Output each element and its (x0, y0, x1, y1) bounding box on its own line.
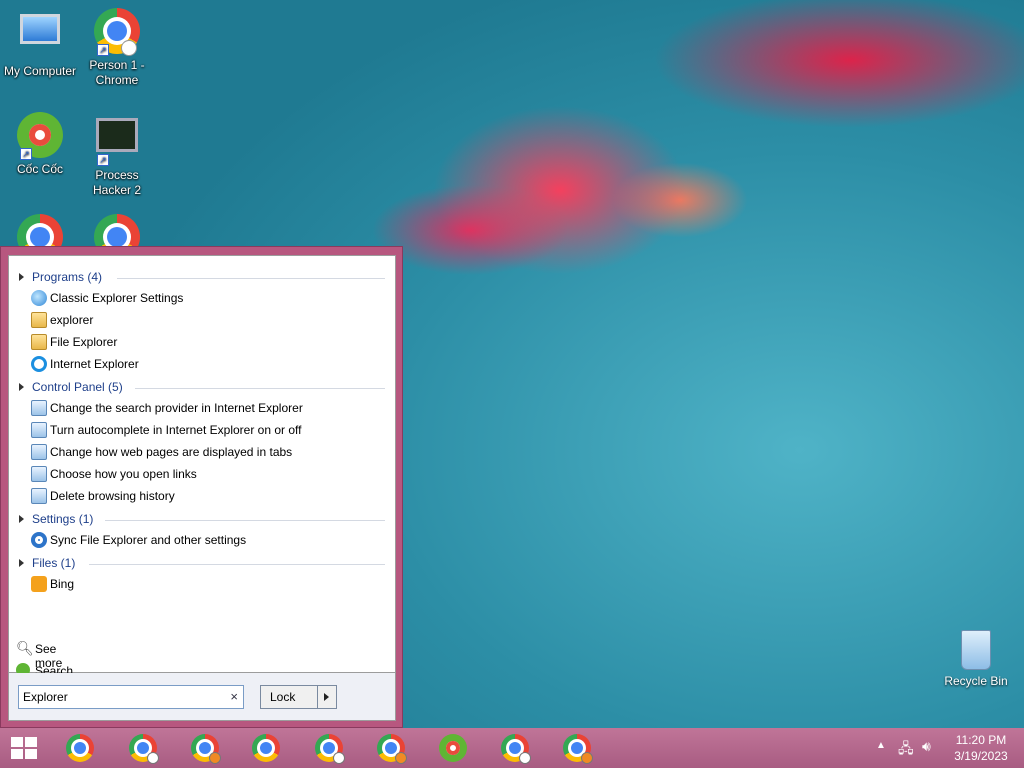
group-header-control-panel[interactable]: Control Panel (5) (17, 379, 385, 397)
computer-icon (16, 14, 64, 62)
expand-triangle-icon (19, 515, 24, 523)
coc-coc-icon (439, 734, 467, 762)
taskbar-chrome-profile[interactable] (189, 732, 221, 764)
control-panel-icon (31, 444, 47, 460)
shell-icon (31, 290, 47, 306)
result-item-open-links[interactable]: Choose how you open links (29, 464, 379, 484)
desktop-icon-label: Process Hacker 2 (92, 168, 142, 197)
expand-triangle-icon (19, 559, 24, 567)
taskbar-chrome-profile[interactable] (499, 732, 531, 764)
taskbar-chrome-profile[interactable] (313, 732, 345, 764)
folder-icon (31, 334, 47, 350)
desktop-icon-label: My Computer (3, 64, 77, 78)
clock[interactable]: 11:20 PM 3/19/2023 (944, 732, 1018, 764)
result-item-explorer[interactable]: explorer (29, 310, 379, 330)
expand-triangle-icon (19, 273, 24, 281)
show-hidden-icons-icon[interactable]: ▲ (876, 740, 886, 751)
taskbar-chrome[interactable] (250, 732, 282, 764)
bing-icon (31, 576, 47, 592)
result-item-classic-explorer-settings[interactable]: Classic Explorer Settings (29, 288, 379, 308)
search-results-panel: Programs (4) Classic Explorer Settings e… (8, 255, 396, 706)
start-menu-bottom-bar: × Lock (8, 673, 396, 721)
power-options-arrow-button[interactable] (318, 685, 337, 709)
control-panel-icon (31, 422, 47, 438)
desktop-icon-process-hacker[interactable]: ↗ Process Hacker 2 (77, 112, 157, 198)
taskbar: ▲ 🖧︎ 🔊︎ 11:20 PM 3/19/2023 (0, 728, 1024, 768)
search-input[interactable] (23, 689, 213, 705)
desktop-icon-label: Person 1 - Chrome (89, 58, 145, 87)
group-header-programs[interactable]: Programs (4) (17, 269, 385, 287)
desktop-icon-recycle-bin[interactable]: Recycle Bin (936, 630, 1016, 688)
network-icon[interactable]: 🖧︎ (898, 738, 914, 762)
desktop-icon-person1-chrome[interactable]: ↗ Person 1 - Chrome (77, 8, 157, 88)
clock-date: 3/19/2023 (954, 749, 1008, 763)
search-icon: 🔍︎ (16, 640, 34, 656)
search-box: × (18, 685, 244, 709)
result-item-internet-explorer[interactable]: Internet Explorer (29, 354, 379, 374)
taskbar-chrome-profile[interactable] (375, 732, 407, 764)
recycle-bin-icon (961, 630, 991, 670)
clear-search-icon[interactable]: × (230, 689, 238, 704)
taskbar-chrome[interactable] (64, 732, 96, 764)
chrome-icon (66, 734, 94, 762)
gear-icon (31, 532, 47, 548)
taskbar-chrome-profile[interactable] (127, 732, 159, 764)
volume-icon[interactable]: 🔊︎ (922, 738, 931, 755)
desktop-icon-label: Recycle Bin (944, 674, 1008, 688)
result-item-delete-history[interactable]: Delete browsing history (29, 486, 379, 506)
control-panel-icon (31, 466, 47, 482)
start-button[interactable] (8, 736, 38, 760)
expand-triangle-icon (19, 383, 24, 391)
internet-explorer-icon (31, 356, 47, 372)
desktop-icon-coc-coc[interactable]: ↗ Cốc Cốc (0, 112, 80, 177)
group-header-files[interactable]: Files (1) (17, 555, 385, 573)
result-item-sync-settings[interactable]: Sync File Explorer and other settings (29, 530, 379, 550)
result-item-turn-autocomplete[interactable]: Turn autocomplete in Internet Explorer o… (29, 420, 379, 440)
folder-icon (31, 312, 47, 328)
group-header-settings[interactable]: Settings (1) (17, 511, 385, 529)
process-hacker-icon: ↗ (93, 118, 141, 166)
result-item-file-explorer[interactable]: File Explorer (29, 332, 379, 352)
coc-coc-icon: ↗ (16, 112, 64, 160)
desktop-icon-label: Cốc Cốc (16, 162, 63, 176)
desktop-icon-my-computer[interactable]: My Computer (0, 8, 80, 79)
chrome-icon (252, 734, 280, 762)
result-item-bing[interactable]: Bing (29, 574, 379, 594)
chrome-icon: ↗ (93, 8, 141, 56)
control-panel-icon (31, 400, 47, 416)
taskbar-coc-coc[interactable] (437, 732, 469, 764)
lock-button[interactable]: Lock (260, 685, 318, 709)
taskbar-chrome-profile[interactable] (561, 732, 593, 764)
clock-time: 11:20 PM (955, 733, 1007, 747)
result-item-change-search-provider[interactable]: Change the search provider in Internet E… (29, 398, 379, 418)
control-panel-icon (31, 488, 47, 504)
start-menu: Programs (4) Classic Explorer Settings e… (0, 246, 403, 728)
result-item-change-tabs-display[interactable]: Change how web pages are displayed in ta… (29, 442, 379, 462)
